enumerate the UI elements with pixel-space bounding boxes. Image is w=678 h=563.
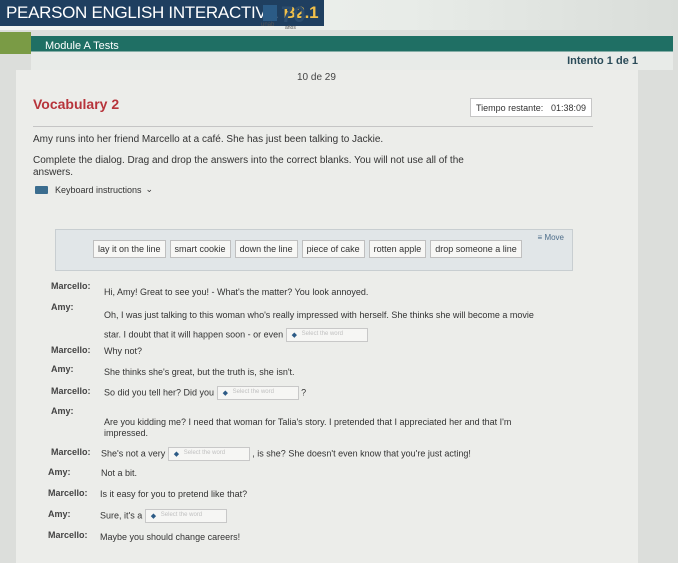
blank-placeholder: Select the word [301, 331, 343, 337]
dialog-line: impressed. [104, 428, 149, 438]
drop-blank-2[interactable]: ◆ Select the word [216, 386, 299, 400]
drop-target-icon: ◆ [173, 451, 180, 458]
speaker-label: Amy: [48, 509, 71, 519]
keyboard-instructions-label: Keyboard instructions [55, 184, 142, 195]
keyboard-instructions-toggle[interactable]: Keyboard instructions ⌄ [35, 184, 153, 195]
drop-target-icon: ◆ [222, 390, 228, 397]
attempt-counter: Intento 1 de 1 [567, 55, 638, 67]
accent-block [0, 32, 31, 54]
speaker-label: Amy: [51, 302, 74, 312]
speaker-label: Marcello: [51, 345, 91, 355]
timer: Tiempo restante: 01:38:09 [470, 98, 592, 117]
dialog-line: Not a bit. [101, 468, 138, 478]
dialog-line: Oh, I was just talking to this woman who… [104, 310, 534, 320]
answer-chip[interactable]: piece of cake [301, 240, 365, 258]
anniversary-logo-text: años [285, 25, 296, 31]
timer-label: Tiempo restante: [476, 102, 544, 113]
drop-blank-3[interactable]: ◆ Select the word [167, 447, 250, 461]
speaker-label: Amy: [51, 406, 74, 416]
blank-placeholder: Select the word [232, 389, 274, 395]
dialog-line: Why not? [104, 346, 143, 356]
dialog-line: So did you tell her? Did you ◆ Select th… [104, 386, 306, 400]
speaker-label: Marcello: [51, 447, 91, 457]
answer-chip[interactable]: rotten apple [368, 240, 427, 258]
question-counter: 10 de 29 [297, 72, 336, 83]
dialog-line-text: ? [301, 387, 307, 398]
speaker-label: Amy: [51, 364, 74, 374]
dialog-line-text: star. I doubt that it will happen soon -… [104, 329, 284, 340]
answer-chip[interactable]: smart cookie [169, 240, 231, 258]
blank-placeholder: Select the word [183, 450, 226, 456]
chevron-down-icon: ⌄ [145, 184, 154, 194]
dialog-line: Sure, it's a ◆ Select the word [100, 509, 227, 523]
university-logo-icon [263, 5, 277, 21]
dialog-line: She's not a very ◆ Select the word , is … [101, 447, 471, 461]
brand-name: PEARSON ENGLISH INTERACTIVE [6, 3, 278, 22]
dialog-line: Maybe you should change careers! [100, 532, 241, 542]
move-handle[interactable]: ≡ Move [538, 233, 564, 242]
instructions-text: Complete the dialog. Drag and drop the a… [33, 155, 464, 178]
word-bank: ≡ Move lay it on the line smart cookie d… [55, 229, 573, 271]
drop-target-icon: ◆ [150, 513, 157, 520]
speaker-label: Marcello: [51, 386, 91, 396]
answer-chip[interactable]: drop someone a line [430, 240, 522, 258]
drop-blank-4[interactable]: ◆ Select the word [144, 509, 227, 523]
drop-blank-1[interactable]: ◆ Select the word [285, 328, 368, 342]
speaker-label: Amy: [48, 467, 71, 477]
divider [33, 126, 593, 127]
page: PEARSON ENGLISH INTERACTIVE B2.1 unab 70… [0, 0, 678, 563]
answer-chip[interactable]: down the line [234, 240, 298, 258]
dialog-line-text: She's not a very [101, 448, 166, 459]
dialog-line: Are you kidding me? I need that woman fo… [104, 417, 512, 427]
dialog-line-text: So did you tell her? Did you [104, 387, 215, 398]
dialog-line: She thinks she's great, but the truth is… [104, 367, 295, 377]
answer-chip[interactable]: lay it on the line [93, 240, 166, 258]
speaker-label: Marcello: [48, 488, 88, 498]
blank-placeholder: Select the word [160, 512, 203, 518]
drop-target-icon: ◆ [291, 332, 298, 339]
dialog-line: Hi, Amy! Great to see you! - What's the … [104, 287, 369, 297]
dialog-line-text: , is she? She doesn't even know that you… [252, 448, 471, 459]
module-title: Module A Tests [45, 40, 119, 52]
keyboard-icon [35, 185, 48, 194]
university-logo-text: unab [261, 22, 275, 28]
intro-text: Amy runs into her friend Marcello at a c… [33, 134, 384, 145]
timer-value: 01:38:09 [550, 102, 586, 113]
speaker-label: Marcello: [48, 530, 88, 540]
speaker-label: Marcello: [51, 281, 91, 291]
dialog-line: star. I doubt that it will happen soon -… [104, 328, 368, 342]
dialog-line: Is it easy for you to pretend like that? [100, 489, 248, 499]
question-title: Vocabulary 2 [33, 96, 120, 112]
dialog-line-text: Sure, it's a [100, 510, 143, 521]
